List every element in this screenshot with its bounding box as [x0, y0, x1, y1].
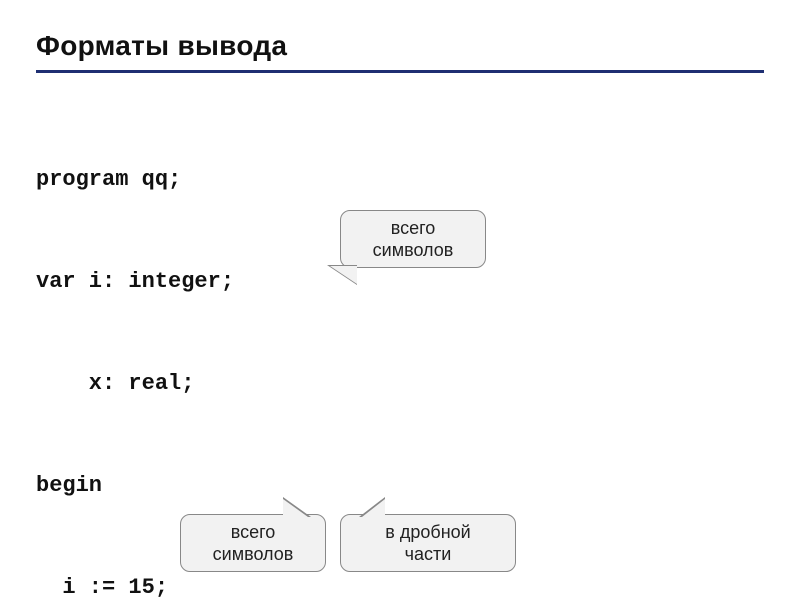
code-line: var i: integer; — [36, 265, 764, 299]
callout-tail — [327, 265, 357, 285]
callout-text: всего символов — [213, 522, 294, 564]
callout-tail — [283, 497, 311, 517]
callout-total-chars-top: всего символов — [340, 210, 486, 268]
code-line: x: real; — [36, 367, 764, 401]
title-rule — [36, 70, 764, 73]
code-line: begin — [36, 469, 764, 503]
code-line: program qq; — [36, 163, 764, 197]
slide-title: Форматы вывода — [36, 30, 764, 62]
callout-text: в дробной части — [385, 522, 470, 564]
callout-text: всего символов — [373, 218, 454, 260]
callout-fractional-part: в дробной части — [340, 514, 516, 572]
callout-tail — [359, 497, 385, 517]
code-line: i := 15; — [36, 571, 764, 600]
slide: Форматы вывода program qq; var i: intege… — [0, 0, 800, 600]
callout-total-chars-bottom: всего символов — [180, 514, 326, 572]
